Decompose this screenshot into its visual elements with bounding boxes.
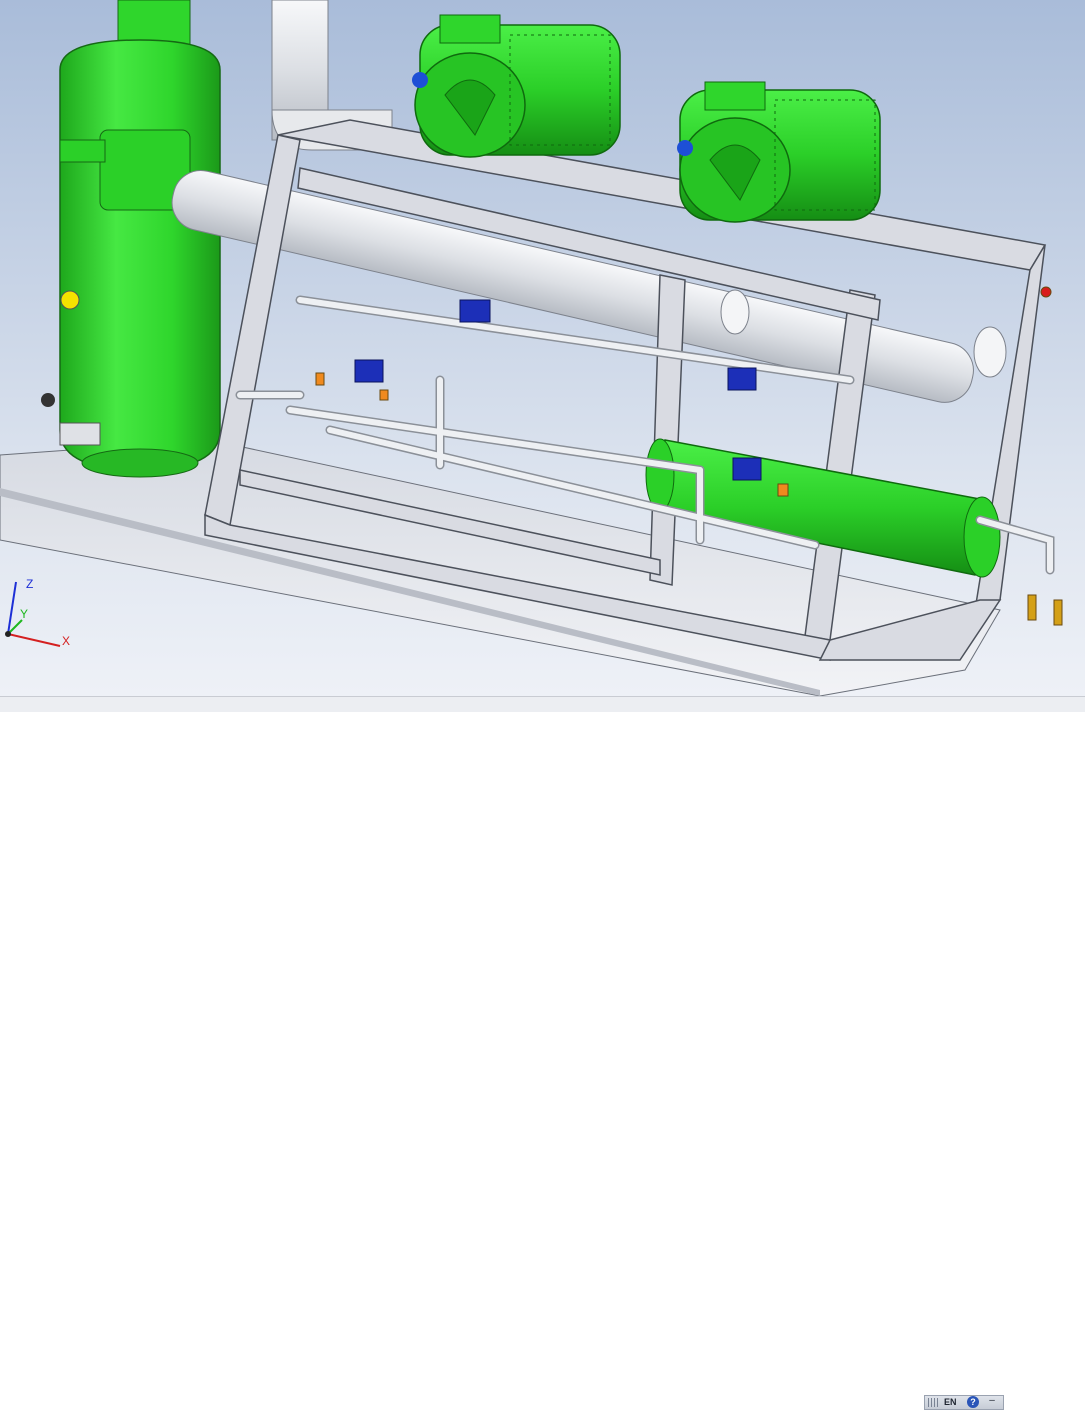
language-indicator[interactable]: EN: [944, 1397, 957, 1407]
refrigeration-rack-model[interactable]: [0, 0, 1085, 696]
x-axis-line: [7, 633, 61, 647]
grip-icon[interactable]: [928, 1398, 938, 1407]
header-end-cap-1: [720, 289, 750, 335]
z-axis-label: Z: [26, 577, 33, 591]
minimize-icon[interactable]: –: [987, 1396, 997, 1408]
cad-viewport[interactable]: Z Y X: [0, 0, 1085, 696]
x-axis-label: X: [62, 634, 70, 648]
receiver-tank: [41, 0, 221, 478]
language-bar[interactable]: EN ? –: [924, 1395, 1004, 1410]
compressor-2: [677, 81, 881, 223]
axis-triad: Z Y X: [5, 577, 70, 648]
y-axis-label: Y: [20, 607, 28, 621]
header-end-cap-2: [973, 326, 1007, 378]
help-icon[interactable]: ?: [967, 1396, 979, 1408]
taskbar: EN ? –: [0, 696, 1085, 1410]
compressor-1: [412, 14, 621, 158]
